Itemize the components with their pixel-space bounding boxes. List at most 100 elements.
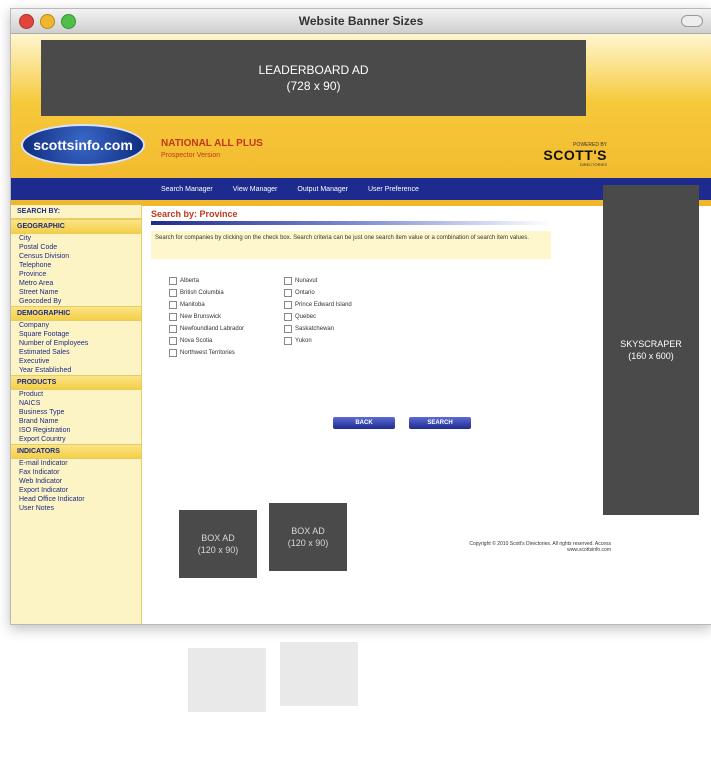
checkbox[interactable] — [284, 313, 293, 321]
province-checkbox-list: Alberta British Columbia Manitoba New Br… — [151, 277, 571, 357]
sidebar-item-user-notes[interactable]: User Notes — [11, 504, 141, 513]
section-products: PRODUCTS — [11, 375, 141, 390]
sidebar-item-telephone[interactable]: Telephone — [11, 261, 141, 270]
sidebar-item-iso-registration[interactable]: ISO Registration — [11, 426, 141, 435]
province-label: Northwest Territories — [180, 350, 235, 356]
box-ad-1-label: BOX AD — [201, 533, 235, 543]
form-buttons: BACK SEARCH — [333, 417, 471, 429]
sidebar-item-executive[interactable]: Executive — [11, 357, 141, 366]
sidebar-item-web-indicator[interactable]: Web Indicator — [11, 477, 141, 486]
back-button[interactable]: BACK — [333, 417, 395, 429]
sidebar-item-square-footage[interactable]: Square Footage — [11, 330, 141, 339]
sidebar-item-fax-indicator[interactable]: Fax Indicator — [11, 468, 141, 477]
box-ad-2-label: BOX AD — [291, 526, 325, 536]
box-ad-1-size: (120 x 90) — [197, 545, 239, 555]
sidebar-item-geocoded-by[interactable]: Geocoded By — [11, 297, 141, 306]
sidebar-item-head-office-indicator[interactable]: Head Office Indicator — [11, 495, 141, 504]
section-geographic: GEOGRAPHIC — [11, 219, 141, 234]
checkbox[interactable] — [284, 289, 293, 297]
sidebar-item-company[interactable]: Company — [11, 321, 141, 330]
copyright-text: Copyright © 2010 Scott's Directories. Al… — [469, 541, 611, 553]
section-demographic: DEMOGRAPHIC — [11, 306, 141, 321]
province-option-newfoundland-labrador[interactable]: Newfoundland Labrador — [169, 325, 244, 333]
checkbox[interactable] — [169, 301, 177, 309]
leaderboard-ad-size: (728 x 90) — [286, 79, 341, 93]
province-option-quebec[interactable]: Quebec — [284, 313, 352, 321]
page-title: Search by: Province — [151, 209, 238, 219]
instructions-text: Search for companies by clicking on the … — [151, 231, 551, 259]
sidebar-item-estimated-sales[interactable]: Estimated Sales — [11, 348, 141, 357]
checkbox[interactable] — [169, 277, 177, 285]
sidebar-item-year-established[interactable]: Year Established — [11, 366, 141, 375]
province-label: New Brunswick — [180, 314, 222, 320]
province-label: Saskatchewan — [295, 326, 335, 332]
site-header: LEADERBOARD AD (728 x 90) scottsinfo.com… — [11, 34, 711, 206]
province-label: British Columbia — [180, 290, 224, 296]
province-option-northwest-territories[interactable]: Northwest Territories — [169, 349, 244, 357]
search-button[interactable]: SEARCH — [409, 417, 471, 429]
province-option-nunavut[interactable]: Nunavut — [284, 277, 352, 285]
province-label: Nova Scotia — [180, 338, 213, 344]
province-option-prince-edward-island[interactable]: Prince Edward Island — [284, 301, 352, 309]
window-title: Website Banner Sizes — [298, 14, 424, 28]
checkbox[interactable] — [169, 349, 177, 357]
nav-user-preference[interactable]: User Preference — [368, 186, 419, 193]
sidebar-item-naics[interactable]: NAICS — [11, 399, 141, 408]
leaderboard-ad[interactable]: LEADERBOARD AD (728 x 90) — [41, 40, 586, 116]
sidebar-item-census-division[interactable]: Census Division — [11, 252, 141, 261]
checkbox[interactable] — [284, 337, 293, 345]
title-divider — [151, 221, 551, 225]
province-option-ontario[interactable]: Ontario — [284, 289, 352, 297]
leaderboard-ad-label: LEADERBOARD AD — [258, 63, 369, 77]
province-option-british-columbia[interactable]: British Columbia — [169, 289, 244, 297]
province-label: Nunavut — [295, 278, 318, 284]
sidebar-item-export-country[interactable]: Export Country — [11, 435, 141, 444]
province-label: Ontario — [295, 290, 315, 296]
site-logo[interactable]: scottsinfo.com — [21, 124, 145, 166]
province-label: Newfoundland Labrador — [180, 326, 245, 332]
brand-name: SCOTT'S — [543, 147, 607, 163]
checkbox[interactable] — [284, 301, 293, 309]
sidebar-item-email-indicator[interactable]: E-mail Indicator — [11, 459, 141, 468]
province-option-saskatchewan[interactable]: Saskatchewan — [284, 325, 352, 333]
province-label: Alberta — [180, 278, 200, 284]
province-column-left: Alberta British Columbia Manitoba New Br… — [169, 277, 244, 357]
province-option-nova-scotia[interactable]: Nova Scotia — [169, 337, 244, 345]
province-option-yukon[interactable]: Yukon — [284, 337, 352, 345]
province-label: Yukon — [295, 338, 312, 344]
sidebar-item-street-name[interactable]: Street Name — [11, 288, 141, 297]
box-ad-2[interactable]: BOX AD (120 x 90) — [269, 503, 347, 571]
sidebar-item-metro-area[interactable]: Metro Area — [11, 279, 141, 288]
sidebar-item-city[interactable]: City — [11, 234, 141, 243]
province-option-new-brunswick[interactable]: New Brunswick — [169, 313, 244, 321]
checkbox[interactable] — [169, 289, 177, 297]
sidebar-item-business-type[interactable]: Business Type — [11, 408, 141, 417]
checkbox[interactable] — [284, 277, 293, 285]
search-by-heading: SEARCH BY: — [11, 205, 141, 219]
nav-view-manager[interactable]: View Manager — [233, 186, 278, 193]
search-content: Search by: Province Search for companies… — [151, 205, 611, 624]
checkbox[interactable] — [169, 313, 177, 321]
nav-output-manager[interactable]: Output Manager — [297, 186, 348, 193]
app-window: Website Banner Sizes LEADERBOARD AD (728… — [10, 8, 711, 625]
search-sidebar: SEARCH BY: GEOGRAPHIC City Postal Code C… — [11, 205, 142, 624]
sidebar-item-brand-name[interactable]: Brand Name — [11, 417, 141, 426]
product-subtitle: Prospector Version — [161, 152, 221, 159]
reflection-box-ad-1 — [188, 648, 266, 712]
box-ad-1[interactable]: BOX AD (120 x 90) — [179, 510, 257, 578]
sidebar-item-product[interactable]: Product — [11, 390, 141, 399]
main-area: SEARCH BY: GEOGRAPHIC City Postal Code C… — [11, 205, 711, 624]
sidebar-item-province[interactable]: Province — [11, 270, 141, 279]
checkbox[interactable] — [169, 337, 177, 345]
sidebar-item-postal-code[interactable]: Postal Code — [11, 243, 141, 252]
checkbox[interactable] — [169, 325, 177, 333]
sidebar-item-export-indicator[interactable]: Export Indicator — [11, 486, 141, 495]
product-title: NATIONAL ALL PLUS — [161, 138, 263, 149]
nav-search-manager[interactable]: Search Manager — [161, 186, 213, 193]
checkbox[interactable] — [284, 325, 293, 333]
brand-logo: POWERED BY SCOTT'S DIRECTORIES — [543, 142, 607, 167]
province-option-manitoba[interactable]: Manitoba — [169, 301, 244, 309]
toolbar-toggle-button[interactable] — [681, 15, 703, 27]
province-option-alberta[interactable]: Alberta — [169, 277, 244, 285]
sidebar-item-number-of-employees[interactable]: Number of Employees — [11, 339, 141, 348]
